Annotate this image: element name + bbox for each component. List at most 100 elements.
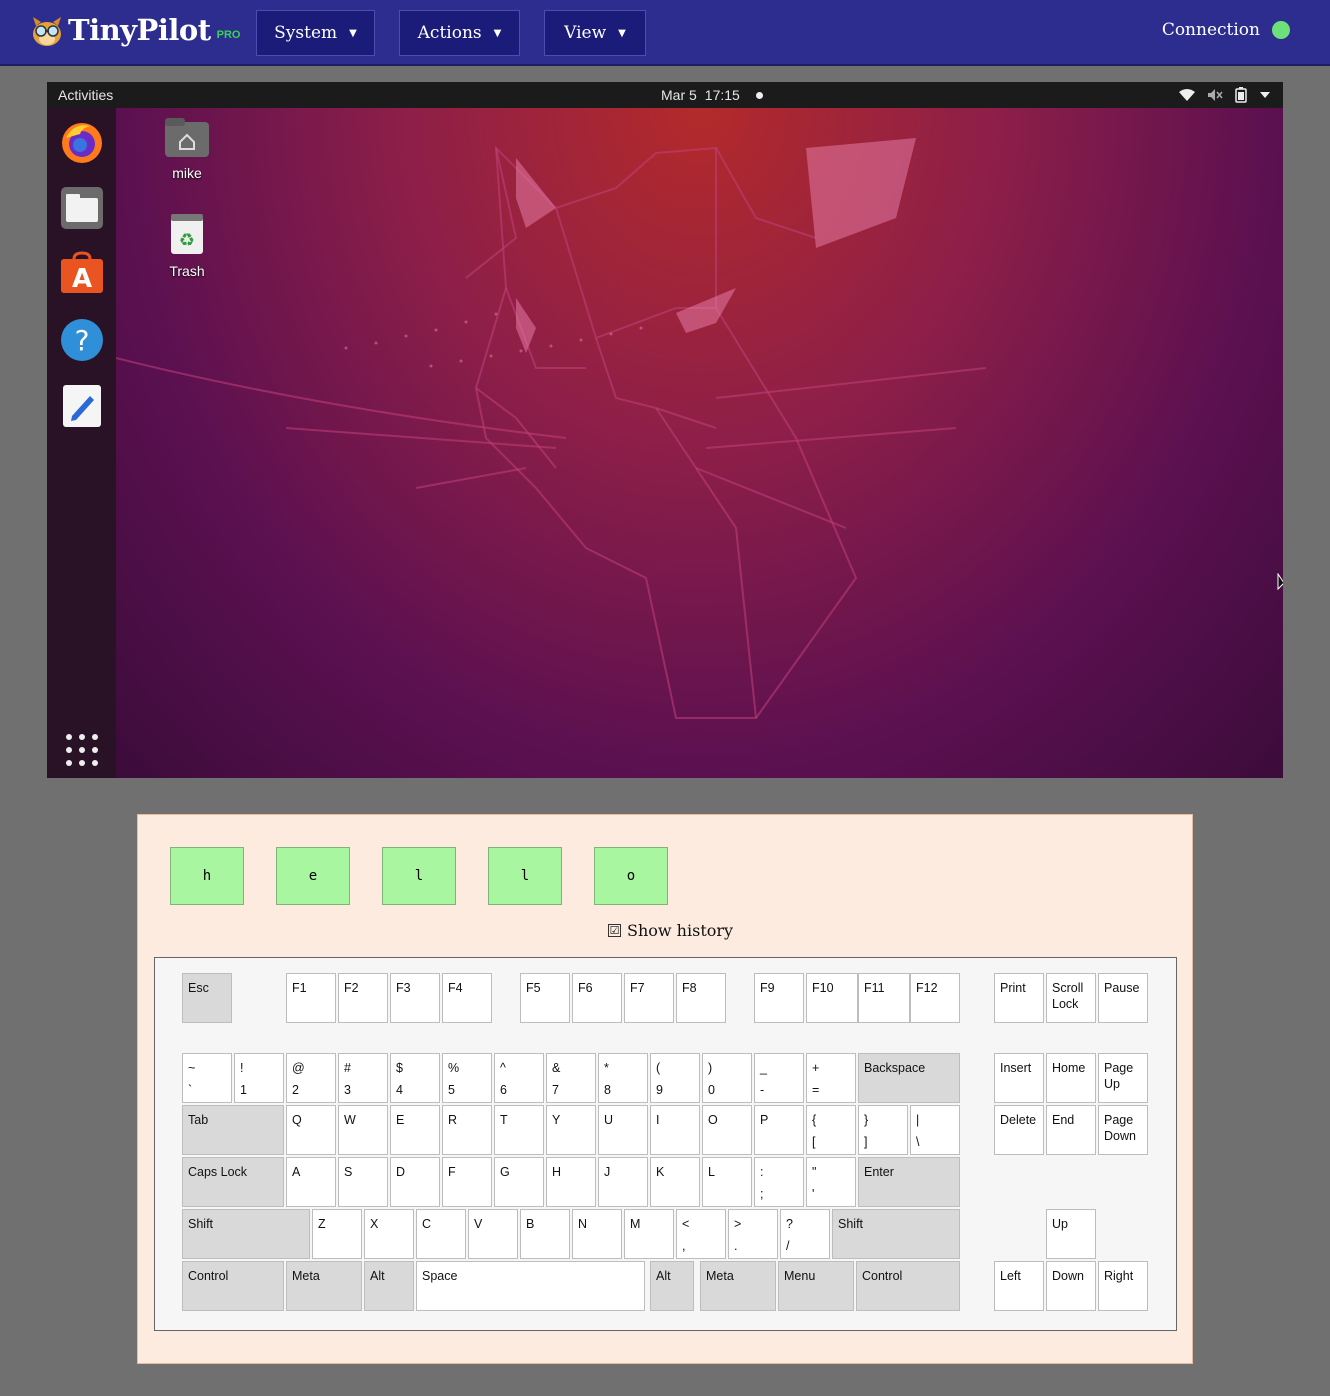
key-backspace[interactable]: Backspace xyxy=(858,1053,960,1103)
key-control[interactable]: Control xyxy=(856,1261,960,1311)
key-j[interactable]: J xyxy=(598,1157,648,1207)
key-right[interactable]: Right xyxy=(1098,1261,1148,1311)
key-c[interactable]: C xyxy=(416,1209,466,1259)
text-editor-icon[interactable] xyxy=(60,384,104,428)
key-8[interactable]: * 8 xyxy=(598,1053,648,1103)
key-control[interactable]: Control xyxy=(182,1261,284,1311)
key-symbol-1-12[interactable]: + = xyxy=(806,1053,856,1103)
key-0[interactable]: ) 0 xyxy=(702,1053,752,1103)
desktop-icon-trash[interactable]: ♻ Trash xyxy=(152,212,222,279)
key-left[interactable]: Left xyxy=(994,1261,1044,1311)
key-page-up[interactable]: Page Up xyxy=(1098,1053,1148,1103)
key-2[interactable]: @2 xyxy=(286,1053,336,1103)
key-i[interactable]: I xyxy=(650,1105,700,1155)
key-f4[interactable]: F4 xyxy=(442,973,492,1023)
desktop-wallpaper[interactable]: mike ♻ Trash xyxy=(116,108,1283,778)
clock[interactable]: Mar 5 17:15 xyxy=(661,87,763,103)
key-x[interactable]: X xyxy=(364,1209,414,1259)
software-center-icon[interactable]: A xyxy=(60,251,104,295)
key-enter[interactable]: Enter xyxy=(858,1157,960,1207)
show-history-checkbox[interactable]: ☑ xyxy=(608,924,621,937)
key-scroll-lock[interactable]: Scroll Lock xyxy=(1046,973,1096,1023)
key-page-down[interactable]: Page Down xyxy=(1098,1105,1148,1155)
key-z[interactable]: Z xyxy=(312,1209,362,1259)
key-end[interactable]: End xyxy=(1046,1105,1096,1155)
key-delete[interactable]: Delete xyxy=(994,1105,1044,1155)
key-n[interactable]: N xyxy=(572,1209,622,1259)
activities-button[interactable]: Activities xyxy=(58,87,113,103)
firefox-icon[interactable] xyxy=(60,120,104,164)
key-alt[interactable]: Alt xyxy=(364,1261,414,1311)
key-7[interactable]: & 7 xyxy=(546,1053,596,1103)
key-s[interactable]: S xyxy=(338,1157,388,1207)
key-b[interactable]: B xyxy=(520,1209,570,1259)
actions-menu-button[interactable]: Actions ▼ xyxy=(399,10,520,56)
help-icon[interactable]: ? xyxy=(60,318,104,362)
tinypilot-logo[interactable]: TinyPilot PRO xyxy=(30,12,240,48)
key-q[interactable]: Q xyxy=(286,1105,336,1155)
key-symbol-4-9[interactable]: >. xyxy=(728,1209,778,1259)
key-symbol-4-10[interactable]: ? / xyxy=(780,1209,830,1259)
key-y[interactable]: Y xyxy=(546,1105,596,1155)
key-insert[interactable]: Insert xyxy=(994,1053,1044,1103)
key-f7[interactable]: F7 xyxy=(624,973,674,1023)
key-meta[interactable]: Meta xyxy=(286,1261,362,1311)
key-f8[interactable]: F8 xyxy=(676,973,726,1023)
key-d[interactable]: D xyxy=(390,1157,440,1207)
key-symbol-2-11[interactable]: {[ xyxy=(806,1105,856,1155)
key-l[interactable]: L xyxy=(702,1157,752,1207)
key-home[interactable]: Home xyxy=(1046,1053,1096,1103)
key-esc[interactable]: Esc xyxy=(182,973,232,1023)
key-symbol-3-10[interactable]: :; xyxy=(754,1157,804,1207)
system-menu-button[interactable]: System ▼ xyxy=(256,10,375,56)
key-4[interactable]: $4 xyxy=(390,1053,440,1103)
key-f9[interactable]: F9 xyxy=(754,973,804,1023)
key-1[interactable]: ! 1 xyxy=(234,1053,284,1103)
key-symbol-1-0[interactable]: ~ ` xyxy=(182,1053,232,1103)
files-icon[interactable] xyxy=(60,186,104,230)
key-5[interactable]: % 5 xyxy=(442,1053,492,1103)
key-9[interactable]: (9 xyxy=(650,1053,700,1103)
connection-status[interactable]: Connection xyxy=(1162,20,1290,40)
key-print[interactable]: Print xyxy=(994,973,1044,1023)
key-symbol-4-8[interactable]: <, xyxy=(676,1209,726,1259)
desktop-icon-home[interactable]: mike xyxy=(152,118,222,181)
key-o[interactable]: O xyxy=(702,1105,752,1155)
key-k[interactable]: K xyxy=(650,1157,700,1207)
key-a[interactable]: A xyxy=(286,1157,336,1207)
key-f1[interactable]: F1 xyxy=(286,973,336,1023)
key-f11[interactable]: F11 xyxy=(858,973,910,1023)
key-symbol-2-12[interactable]: }] xyxy=(858,1105,908,1155)
key-h[interactable]: H xyxy=(546,1157,596,1207)
key-down[interactable]: Down xyxy=(1046,1261,1096,1311)
key-space[interactable]: Space xyxy=(416,1261,645,1311)
key-shift[interactable]: Shift xyxy=(832,1209,960,1259)
key-f3[interactable]: F3 xyxy=(390,973,440,1023)
key-symbol-2-13[interactable]: | \ xyxy=(910,1105,960,1155)
key-f2[interactable]: F2 xyxy=(338,973,388,1023)
key-pause[interactable]: Pause xyxy=(1098,973,1148,1023)
key-alt[interactable]: Alt xyxy=(650,1261,694,1311)
key-f10[interactable]: F10 xyxy=(806,973,858,1023)
apps-grid-icon[interactable] xyxy=(60,728,104,772)
remote-screen[interactable]: Activities Mar 5 17:15 A ? mike ♻ Trash xyxy=(47,82,1283,778)
key-t[interactable]: T xyxy=(494,1105,544,1155)
key-f6[interactable]: F6 xyxy=(572,973,622,1023)
view-menu-button[interactable]: View ▼ xyxy=(544,10,646,56)
show-history-toggle[interactable]: ☑ Show history xyxy=(608,921,733,940)
key-meta[interactable]: Meta xyxy=(700,1261,776,1311)
key-menu[interactable]: Menu xyxy=(778,1261,854,1311)
key-w[interactable]: W xyxy=(338,1105,388,1155)
key-e[interactable]: E xyxy=(390,1105,440,1155)
key-f5[interactable]: F5 xyxy=(520,973,570,1023)
key-p[interactable]: P xyxy=(754,1105,804,1155)
key-f12[interactable]: F12 xyxy=(910,973,960,1023)
key-caps-lock[interactable]: Caps Lock xyxy=(182,1157,284,1207)
key-shift[interactable]: Shift xyxy=(182,1209,310,1259)
key-r[interactable]: R xyxy=(442,1105,492,1155)
key-symbol-1-11[interactable]: _ - xyxy=(754,1053,804,1103)
key-m[interactable]: M xyxy=(624,1209,674,1259)
key-u[interactable]: U xyxy=(598,1105,648,1155)
key-g[interactable]: G xyxy=(494,1157,544,1207)
system-tray[interactable] xyxy=(1179,87,1271,103)
